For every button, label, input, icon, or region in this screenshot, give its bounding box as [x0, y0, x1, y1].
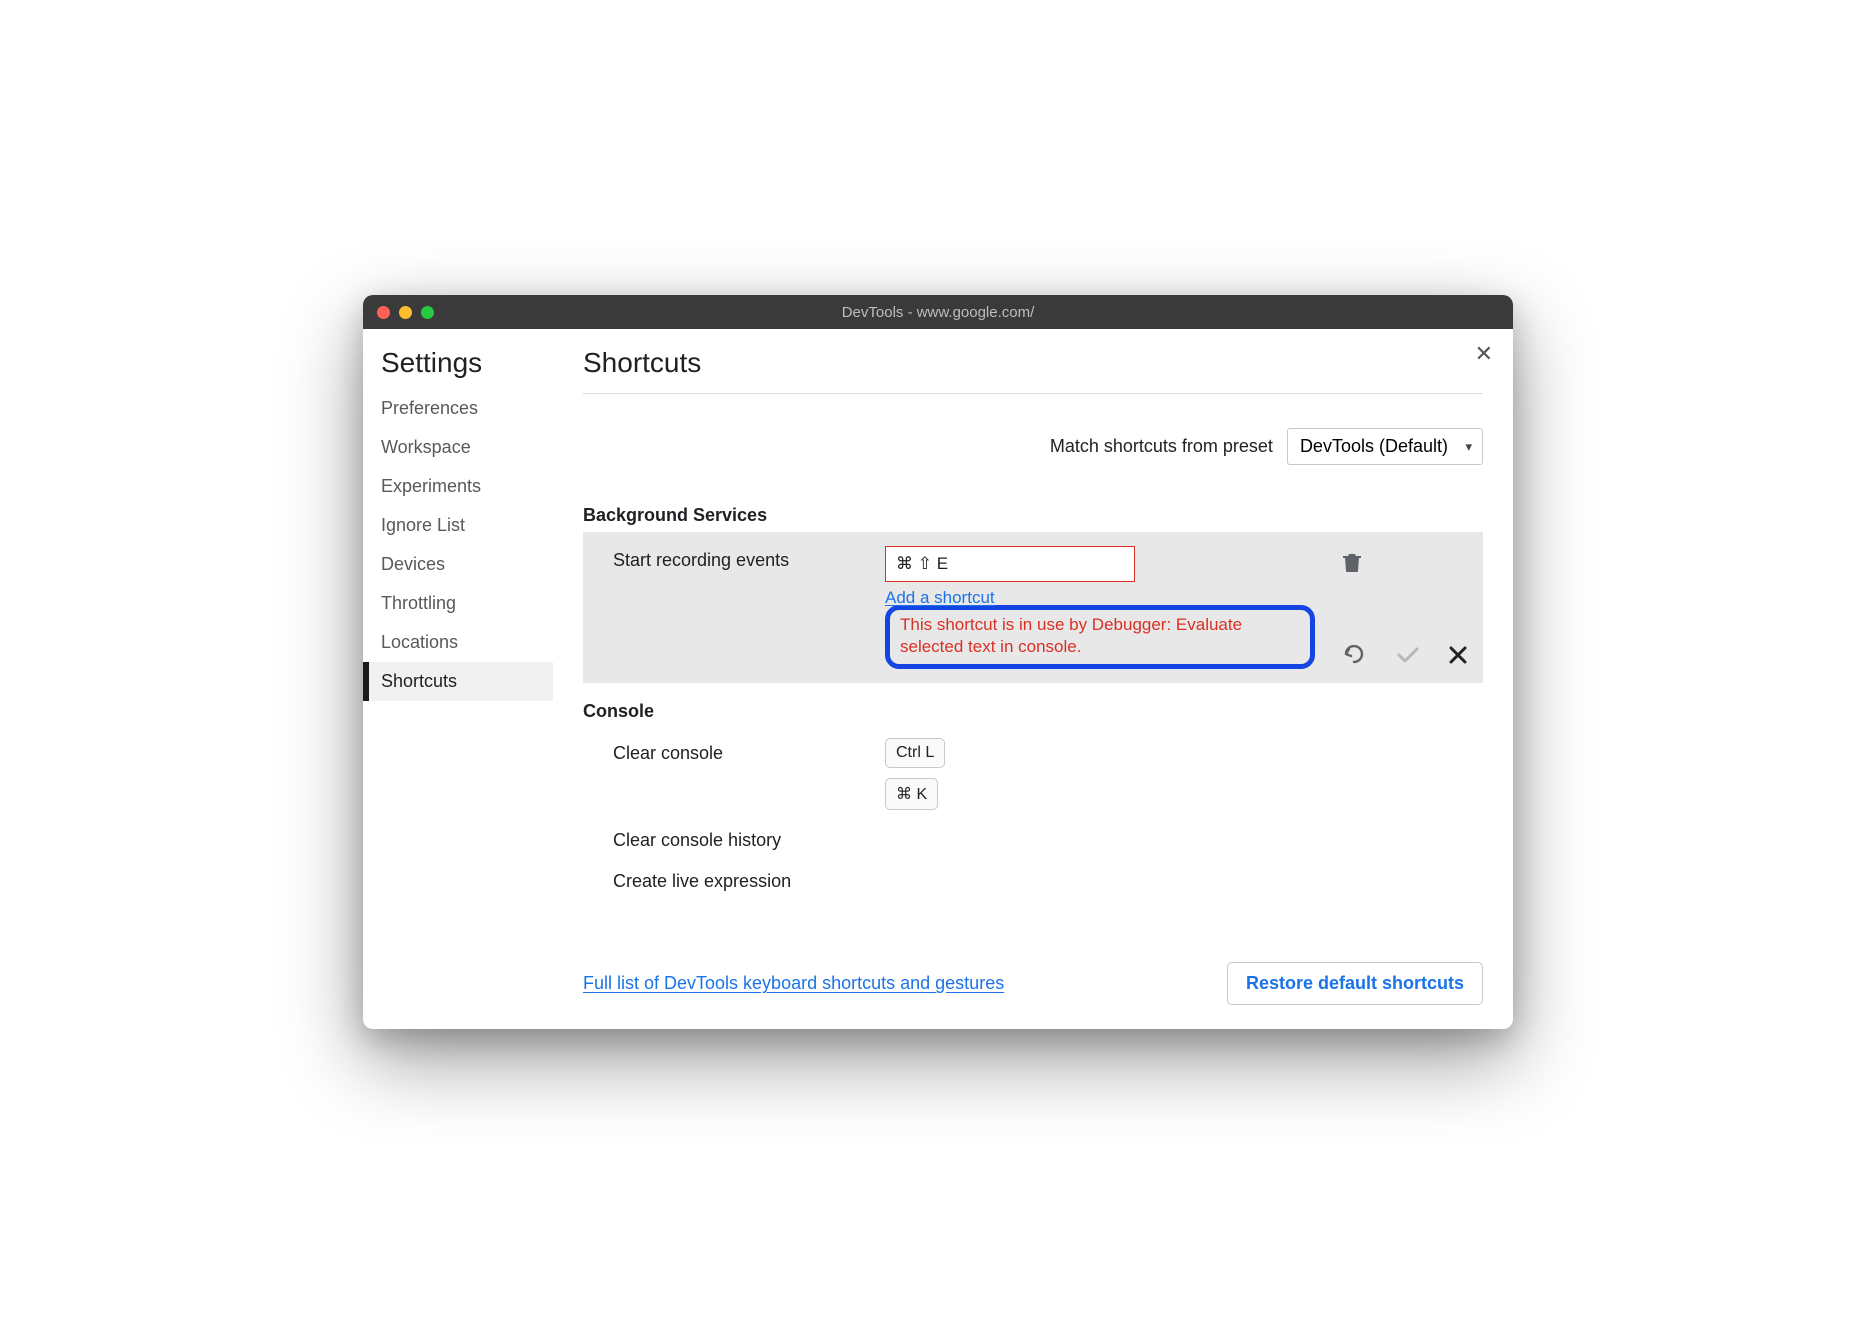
shortcut-editor-block: Start recording events ⌘ ⇧ E Add a short… — [583, 532, 1483, 683]
check-icon[interactable] — [1397, 646, 1419, 664]
devtools-window: DevTools - www.google.com/ ✕ Settings Pr… — [363, 295, 1513, 1029]
window-close-dot[interactable] — [377, 306, 390, 319]
sidebar-item-preferences[interactable]: Preferences — [363, 389, 553, 428]
sidebar-title: Settings — [363, 347, 553, 389]
window-minimize-dot[interactable] — [399, 306, 412, 319]
trash-icon[interactable] — [1343, 552, 1361, 572]
error-message: This shortcut is in use by Debugger: Eva… — [900, 614, 1300, 658]
console-row-clear-console[interactable]: Clear console Ctrl L — [583, 728, 1483, 778]
sidebar-item-workspace[interactable]: Workspace — [363, 428, 553, 467]
console-action-label: Clear console — [613, 743, 873, 764]
key-chip: Ctrl L — [885, 738, 945, 768]
shortcut-action-label: Start recording events — [613, 546, 873, 571]
section-heading-background-services: Background Services — [583, 505, 1483, 526]
preset-row: Match shortcuts from preset DevTools (De… — [583, 428, 1483, 465]
preset-select[interactable]: DevTools (Default) — [1287, 428, 1483, 465]
window-title: DevTools - www.google.com/ — [363, 304, 1513, 321]
main-panel: Shortcuts Match shortcuts from preset De… — [553, 329, 1513, 1029]
console-row-clear-history[interactable]: Clear console history — [583, 820, 1483, 861]
cancel-icon[interactable] — [1449, 646, 1467, 664]
shortcut-row: Start recording events ⌘ ⇧ E Add a short… — [613, 546, 1465, 669]
error-highlight-box: This shortcut is in use by Debugger: Eva… — [885, 605, 1315, 669]
close-icon[interactable]: ✕ — [1475, 343, 1493, 365]
shortcut-field-column: ⌘ ⇧ E Add a shortcut This shortcut is in… — [885, 546, 1315, 669]
shortcut-input-value: ⌘ ⇧ E — [896, 554, 948, 574]
console-row-clear-console-alt: ⌘ K — [583, 778, 1483, 820]
key-chip: ⌘ K — [885, 778, 938, 810]
sidebar-item-locations[interactable]: Locations — [363, 623, 553, 662]
footer-row: Full list of DevTools keyboard shortcuts… — [583, 942, 1483, 1005]
sidebar-item-throttling[interactable]: Throttling — [363, 584, 553, 623]
undo-icon[interactable] — [1343, 645, 1367, 665]
page-title: Shortcuts — [583, 347, 1483, 394]
sidebar-item-devices[interactable]: Devices — [363, 545, 553, 584]
shortcut-input[interactable]: ⌘ ⇧ E — [885, 546, 1135, 582]
content-area: ✕ Settings Preferences Workspace Experim… — [363, 329, 1513, 1029]
window-zoom-dot[interactable] — [421, 306, 434, 319]
full-list-link[interactable]: Full list of DevTools keyboard shortcuts… — [583, 973, 1004, 994]
console-row-live-expression[interactable]: Create live expression — [583, 861, 1483, 902]
sidebar-item-experiments[interactable]: Experiments — [363, 467, 553, 506]
section-heading-console: Console — [583, 701, 1483, 722]
traffic-lights — [377, 306, 434, 319]
sidebar-item-ignore-list[interactable]: Ignore List — [363, 506, 553, 545]
console-action-label: Clear console history — [613, 830, 873, 851]
add-shortcut-link[interactable]: Add a shortcut — [885, 588, 995, 608]
edit-action-icons — [1343, 645, 1467, 665]
sidebar: Settings Preferences Workspace Experimen… — [363, 329, 553, 1029]
console-action-label: Create live expression — [613, 871, 873, 892]
titlebar: DevTools - www.google.com/ — [363, 295, 1513, 329]
sidebar-item-shortcuts[interactable]: Shortcuts — [363, 662, 553, 701]
preset-value: DevTools (Default) — [1300, 436, 1448, 456]
preset-label: Match shortcuts from preset — [1050, 436, 1273, 457]
restore-defaults-button[interactable]: Restore default shortcuts — [1227, 962, 1483, 1005]
